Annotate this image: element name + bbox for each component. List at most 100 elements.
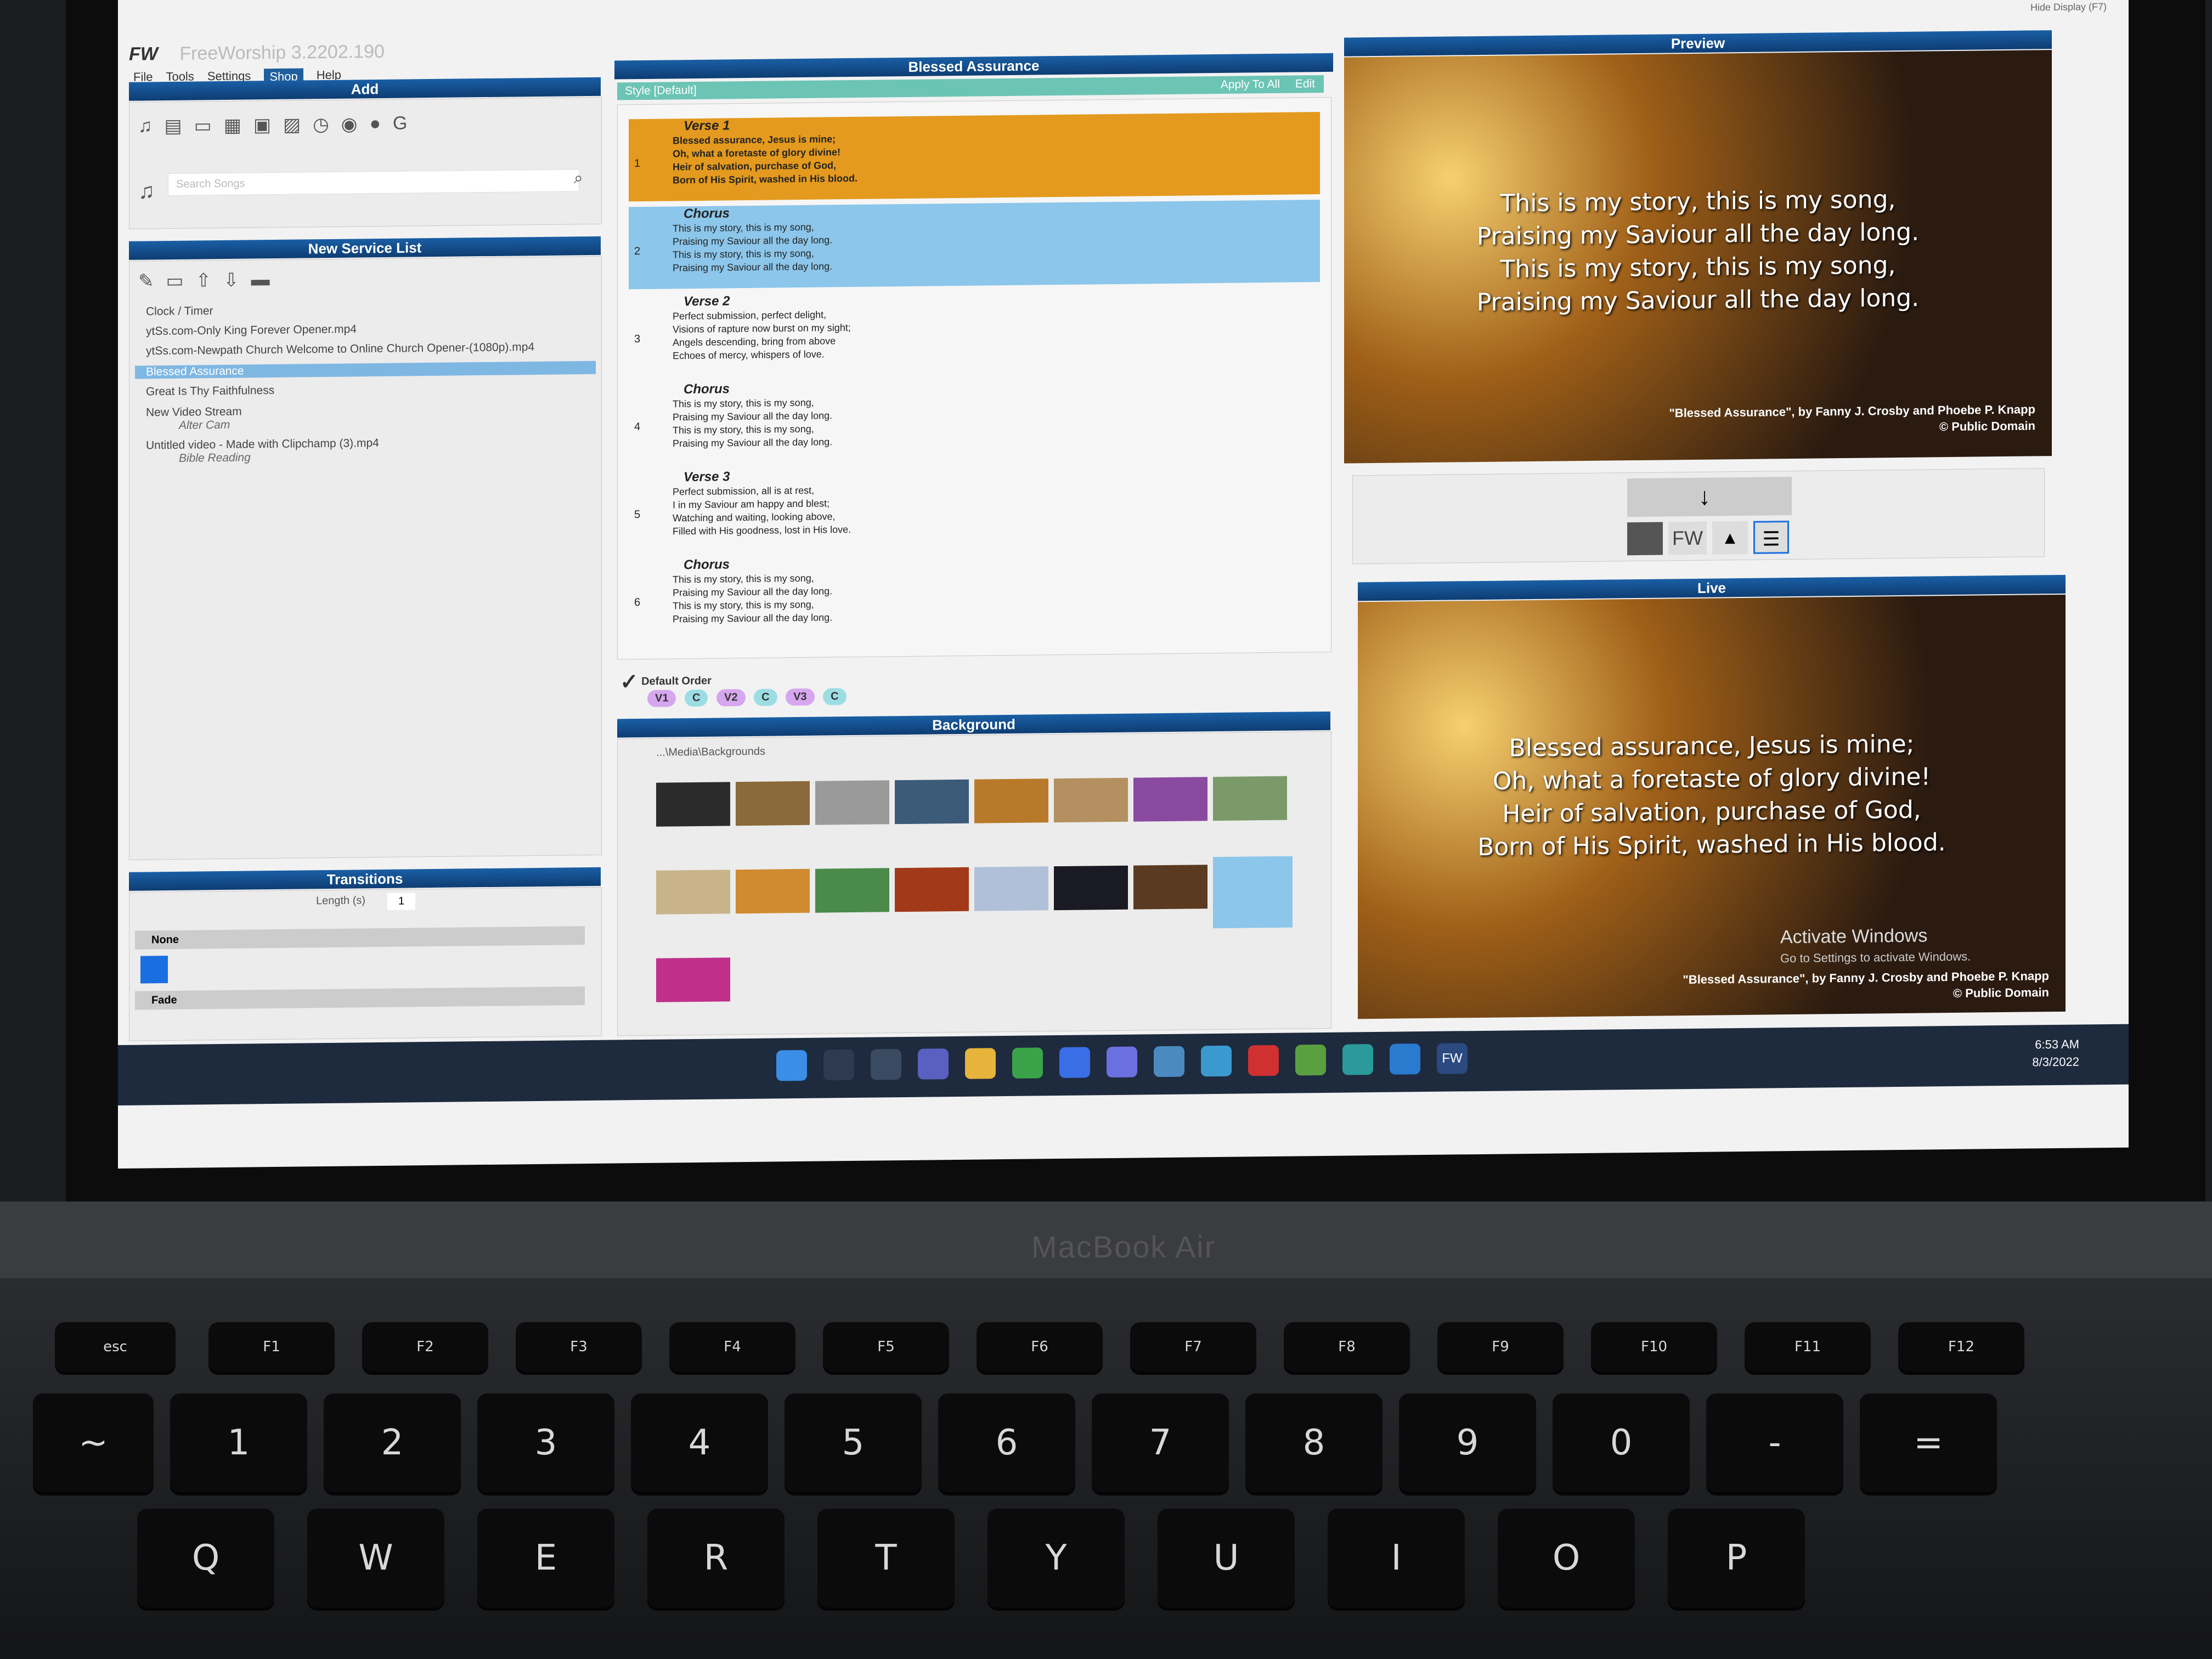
background-thumbnail[interactable] xyxy=(656,870,730,915)
key-f11[interactable]: F11 xyxy=(1745,1322,1871,1372)
move-down-icon[interactable]: ⇩ xyxy=(223,269,239,291)
background-thumbnail-selected[interactable] xyxy=(1213,856,1293,929)
key-equals[interactable]: = xyxy=(1860,1393,1997,1492)
freeworship-icon[interactable]: FW xyxy=(1437,1043,1468,1074)
store-icon[interactable] xyxy=(1059,1047,1090,1079)
key-w[interactable]: W xyxy=(307,1509,444,1607)
image-icon[interactable]: ▨ xyxy=(283,114,301,136)
key-3[interactable]: 3 xyxy=(477,1393,614,1492)
key-f2[interactable]: F2 xyxy=(362,1322,488,1372)
clock-icon[interactable]: ◷ xyxy=(313,114,329,136)
order-pill[interactable]: V1 xyxy=(647,690,676,707)
transition-group-none[interactable]: None xyxy=(135,926,585,950)
discord-icon[interactable] xyxy=(1107,1046,1137,1078)
background-thumbnail[interactable] xyxy=(974,866,1048,911)
bible-icon[interactable]: ▤ xyxy=(165,115,182,137)
order-pill[interactable]: C xyxy=(685,689,708,707)
verse-slide[interactable]: Verse 23 Perfect submission, perfect del… xyxy=(629,287,1320,377)
key-p[interactable]: P xyxy=(1668,1509,1805,1607)
edge-icon[interactable] xyxy=(1342,1044,1373,1075)
key-1[interactable]: 1 xyxy=(170,1393,307,1492)
transition-none-thumb[interactable] xyxy=(140,956,168,984)
video-icon[interactable]: ▦ xyxy=(224,115,241,137)
background-only-icon[interactable]: ▲ xyxy=(1712,521,1748,555)
live-slide[interactable]: Blessed assurance, Jesus is mine; Oh, wha… xyxy=(1358,594,2066,1019)
taskbar-clock[interactable]: 6:53 AM 8/3/2022 xyxy=(2032,1036,2079,1071)
song-search-input[interactable]: Search Songs xyxy=(168,169,579,196)
key-f12[interactable]: F12 xyxy=(1898,1322,2024,1372)
verse-slide-preview[interactable]: Chorus 2 This is my story, this is my son… xyxy=(629,200,1320,290)
order-pill[interactable]: C xyxy=(754,689,777,706)
background-thumbnail[interactable] xyxy=(656,957,730,1002)
key-4[interactable]: 4 xyxy=(631,1393,768,1492)
key-e[interactable]: E xyxy=(477,1509,614,1607)
app-icon[interactable] xyxy=(1295,1044,1326,1076)
google-icon[interactable]: G xyxy=(393,112,407,134)
logo-button[interactable]: FW xyxy=(1668,521,1707,555)
key-6[interactable]: 6 xyxy=(938,1393,1075,1492)
key-t[interactable]: T xyxy=(817,1509,955,1607)
key-r[interactable]: R xyxy=(647,1509,785,1607)
file-explorer-icon[interactable] xyxy=(965,1048,996,1079)
background-thumbnail[interactable] xyxy=(1133,865,1207,910)
background-thumbnail[interactable] xyxy=(656,782,730,827)
background-thumbnail[interactable] xyxy=(736,781,810,826)
key-f5[interactable]: F5 xyxy=(823,1322,949,1372)
key-minus[interactable]: - xyxy=(1706,1393,1843,1492)
service-item[interactable]: ytSs.com-Newpath Church Welcome to Onlin… xyxy=(146,341,534,358)
key-q[interactable]: Q xyxy=(137,1509,274,1607)
key-f10[interactable]: F10 xyxy=(1591,1322,1717,1372)
key-0[interactable]: 0 xyxy=(1553,1393,1690,1492)
background-thumbnail[interactable] xyxy=(1133,777,1207,822)
background-thumbnail[interactable] xyxy=(895,867,969,912)
preview-slide[interactable]: This is my story, this is my song, Praisi… xyxy=(1344,50,2052,464)
background-thumbnail[interactable] xyxy=(1054,777,1128,823)
service-item[interactable]: New Video Stream Alter Cam xyxy=(146,405,242,433)
key-f3[interactable]: F3 xyxy=(516,1322,642,1372)
key-f4[interactable]: F4 xyxy=(669,1322,795,1372)
background-thumbnail[interactable] xyxy=(1054,865,1128,911)
move-up-icon[interactable]: ⇧ xyxy=(196,269,212,291)
transition-group-fade[interactable]: Fade xyxy=(135,986,585,1010)
verse-slide[interactable]: Verse 35 Perfect submission, all is at r… xyxy=(629,463,1320,552)
key-i[interactable]: I xyxy=(1328,1509,1465,1607)
edit-icon[interactable]: ✎ xyxy=(138,270,154,292)
key-esc[interactable]: esc xyxy=(55,1322,176,1372)
service-item[interactable]: Untitled video - Made with Clipchamp (3)… xyxy=(146,437,379,465)
background-thumbnail[interactable] xyxy=(815,780,889,825)
key-f6[interactable]: F6 xyxy=(977,1322,1103,1372)
verse-slide[interactable]: Chorus 6 This is my story, this is my son… xyxy=(629,551,1320,640)
web-icon[interactable]: ● xyxy=(369,113,381,135)
verse-slide[interactable]: Chorus 4 This is my story, this is my son… xyxy=(629,375,1320,465)
black-screen-button[interactable] xyxy=(1627,522,1663,556)
apply-all-button[interactable]: Apply To All xyxy=(1221,78,1280,92)
service-item[interactable]: Clock / Timer xyxy=(146,304,213,318)
key-5[interactable]: 5 xyxy=(785,1393,922,1492)
background-thumbnail[interactable] xyxy=(815,868,889,913)
globe-icon[interactable] xyxy=(1201,1045,1232,1077)
order-pill[interactable]: V3 xyxy=(786,688,815,706)
edit-button[interactable]: Edit xyxy=(1295,77,1315,91)
task-view-icon[interactable] xyxy=(871,1049,901,1080)
background-thumbnail[interactable] xyxy=(974,778,1048,823)
key-f1[interactable]: F1 xyxy=(208,1322,335,1372)
key-f8[interactable]: F8 xyxy=(1284,1322,1410,1372)
service-item-selected[interactable]: Blessed Assurance xyxy=(135,360,596,379)
order-pill[interactable]: C xyxy=(823,688,847,706)
key-u[interactable]: U xyxy=(1158,1509,1295,1607)
media-icon[interactable]: ▣ xyxy=(253,114,271,136)
verse-slide-active[interactable]: Verse 11 Blessed assurance, Jesus is min… xyxy=(629,112,1320,202)
key-2[interactable]: 2 xyxy=(324,1393,461,1492)
teams-icon[interactable] xyxy=(918,1048,949,1080)
label-icon[interactable]: ▭ xyxy=(166,270,184,292)
key-y[interactable]: Y xyxy=(988,1509,1125,1607)
key-o[interactable]: O xyxy=(1498,1509,1635,1607)
search-icon[interactable]: ⌕ xyxy=(574,169,583,188)
remove-icon[interactable]: ▬ xyxy=(251,269,270,291)
key-9[interactable]: 9 xyxy=(1399,1393,1536,1492)
text-menu-icon[interactable]: ☰ xyxy=(1753,521,1789,554)
background-thumbnail[interactable] xyxy=(895,779,969,825)
background-thumbnail[interactable] xyxy=(1213,776,1287,821)
chrome-icon[interactable] xyxy=(1012,1047,1043,1079)
key-7[interactable]: 7 xyxy=(1092,1393,1229,1492)
